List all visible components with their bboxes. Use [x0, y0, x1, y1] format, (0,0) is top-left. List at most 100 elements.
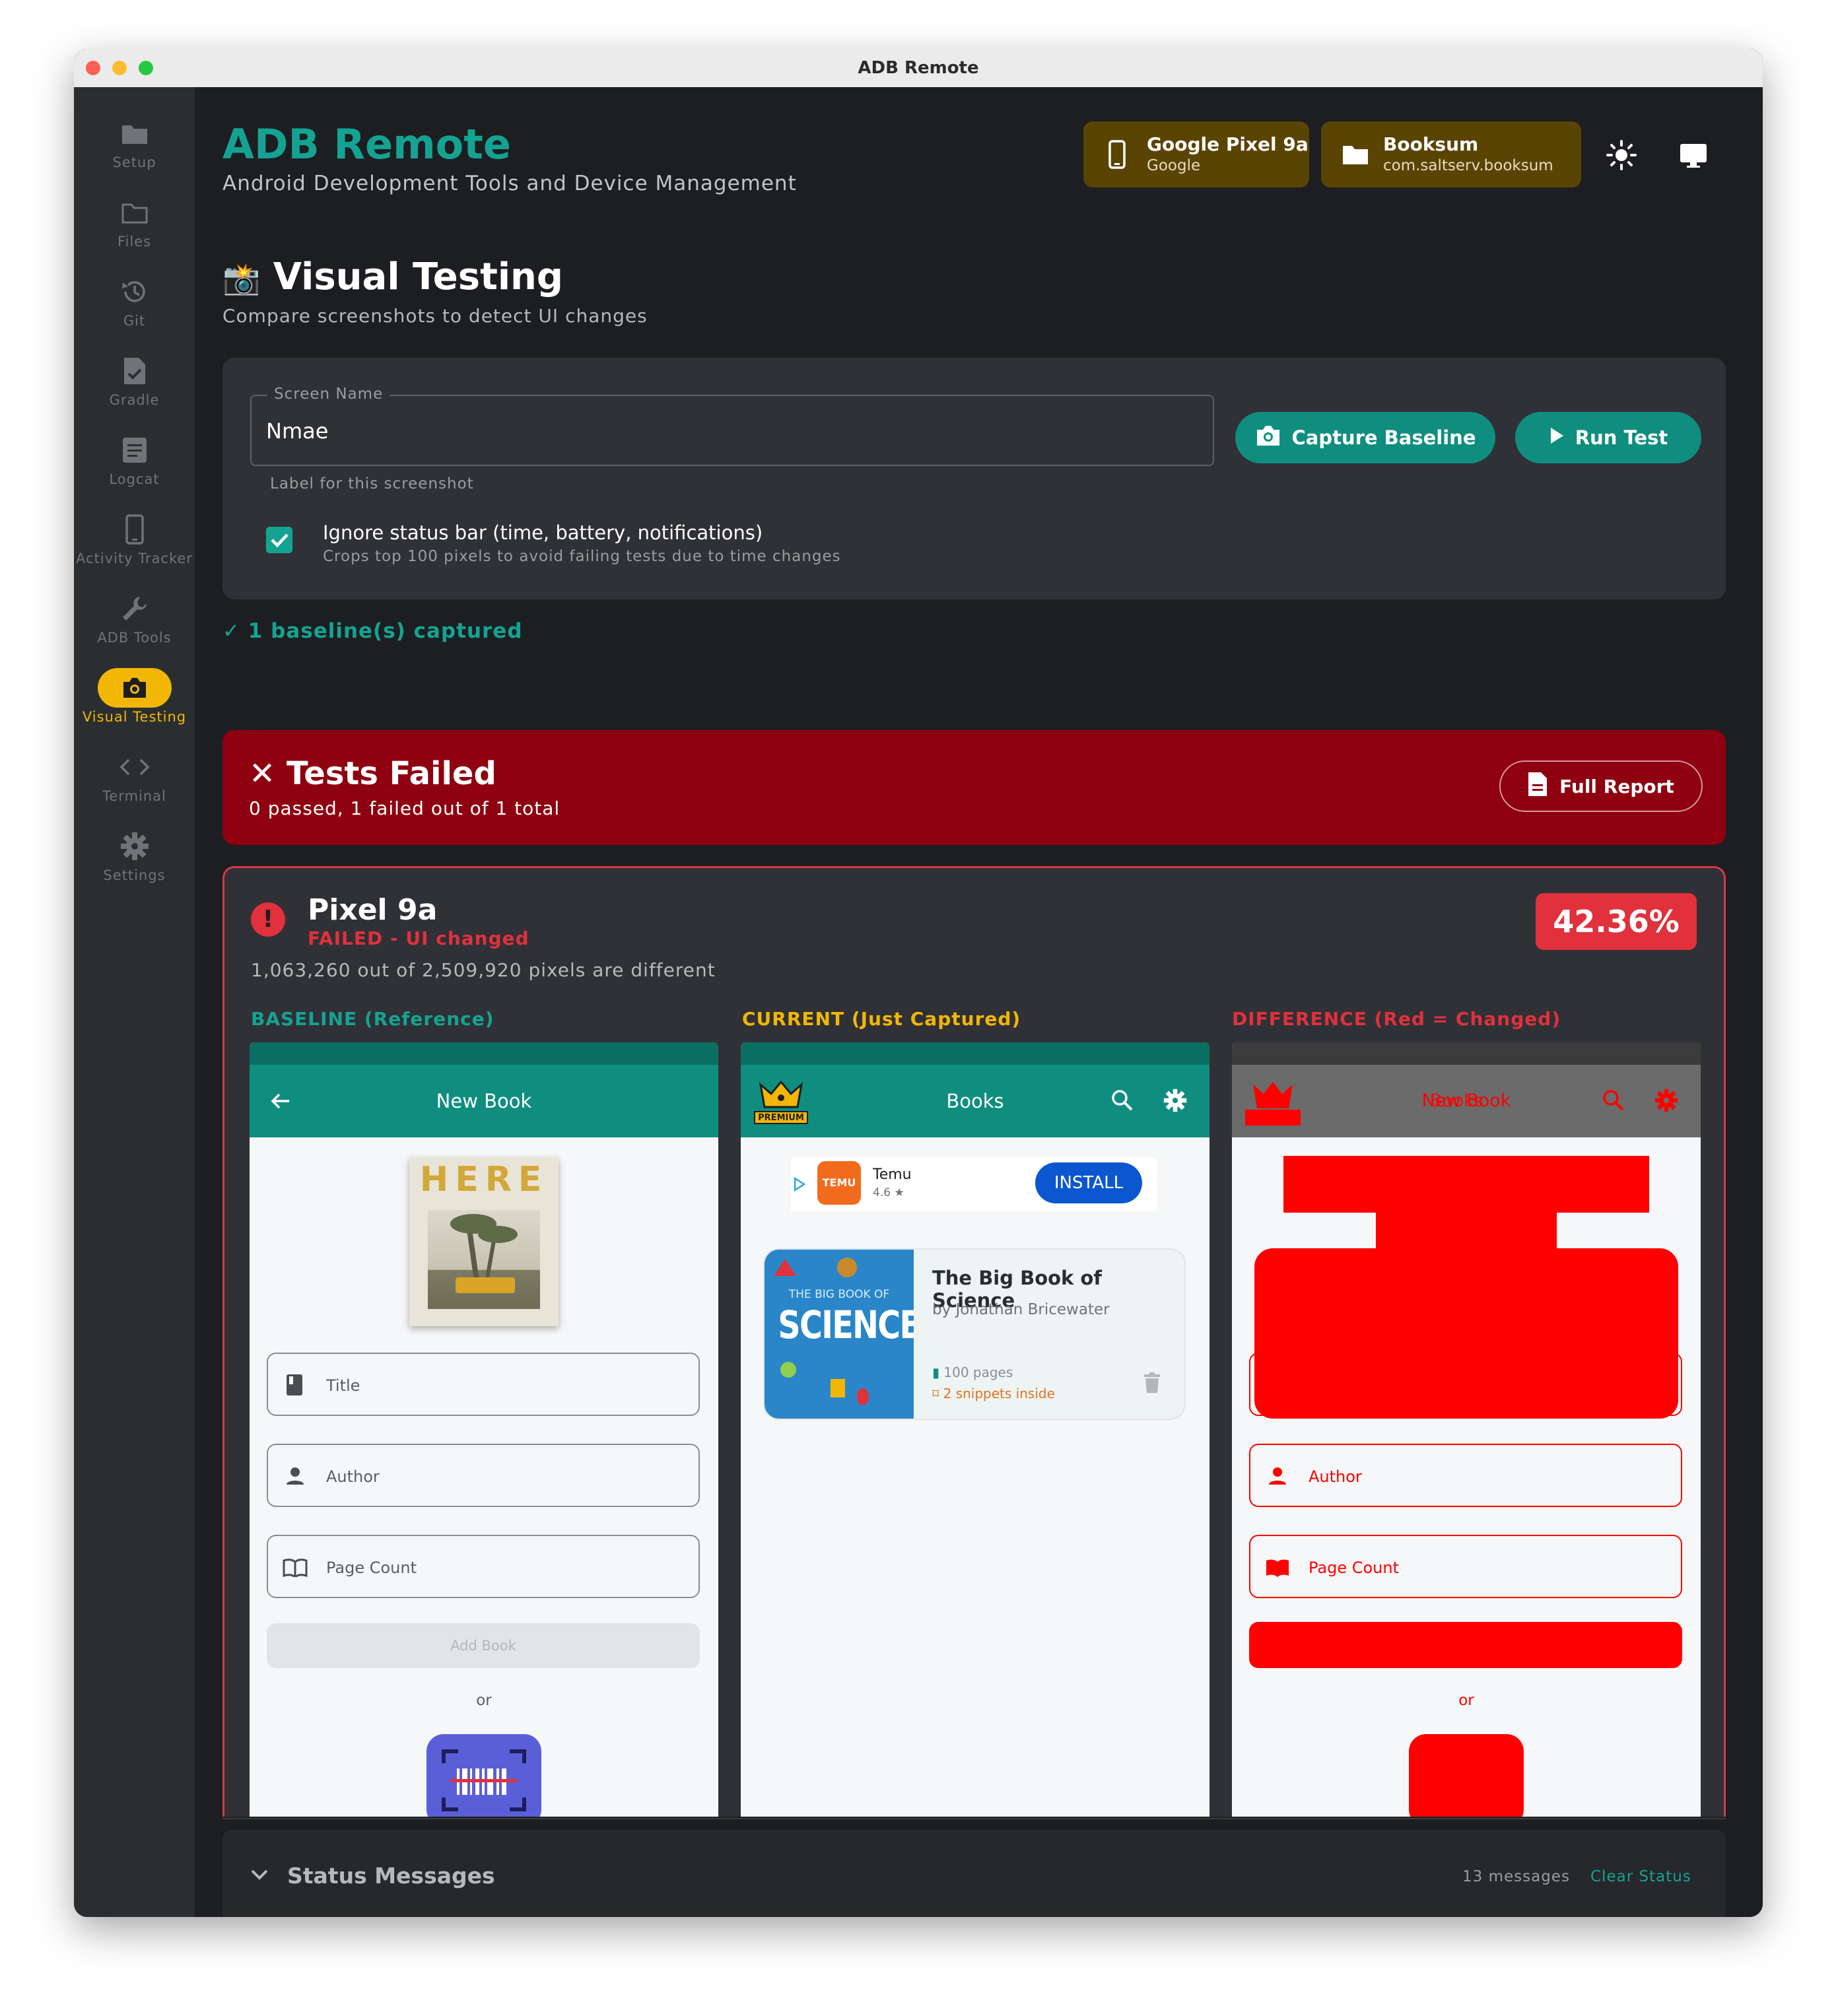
ignore-status-bar-checkbox[interactable]: [266, 527, 292, 553]
sidebar-item-label: Git: [123, 313, 146, 329]
sidebar-item-setup[interactable]: Setup: [74, 114, 195, 186]
open-book-icon: ▮: [932, 1364, 940, 1380]
test-device-name: Pixel 9a: [308, 893, 438, 927]
page-subtitle: Compare screenshots to detect UI changes: [222, 305, 648, 327]
screen-name-field[interactable]: Nmae: [250, 395, 1214, 466]
add-book-button[interactable]: Add Book: [267, 1623, 700, 1668]
sidebar-item-label: Gradle: [109, 392, 160, 408]
sidebar-item-label: ADB Tools: [97, 630, 172, 646]
screen-title: Books: [946, 1090, 1004, 1112]
diff-region: [1254, 1248, 1678, 1419]
temu-logo: TEMU: [817, 1161, 861, 1205]
sidebar-item-files[interactable]: Files: [74, 193, 195, 265]
ad-install-button[interactable]: INSTALL: [1035, 1162, 1142, 1203]
clear-status-button[interactable]: Clear Status: [1590, 1868, 1691, 1885]
screen-name-helper: Label for this screenshot: [270, 475, 474, 492]
status-messages-title[interactable]: Status Messages: [287, 1863, 495, 1889]
page-count-field-label: Page Count: [326, 1559, 417, 1577]
monitor-icon[interactable]: [1679, 143, 1708, 172]
file-check-icon: [74, 351, 195, 391]
page-count-field[interactable]: Page Count: [267, 1535, 700, 1598]
camera-icon: [1255, 424, 1281, 452]
project-package: com.saltserv.booksum: [1383, 157, 1553, 174]
title-field[interactable]: Title: [267, 1353, 700, 1416]
baseline-column-header: BASELINE (Reference): [251, 1008, 494, 1030]
status-bar: [1232, 1042, 1701, 1065]
project-name: Booksum: [1383, 133, 1479, 155]
capture-baseline-button[interactable]: Capture Baseline: [1235, 412, 1495, 463]
sidebar-item-logcat[interactable]: Logcat: [74, 430, 195, 503]
diff-page-count-label: Page Count: [1309, 1559, 1400, 1577]
status-bar: [250, 1042, 718, 1065]
search-icon: [1110, 1089, 1134, 1115]
difference-column-header: DIFFERENCE (Red = Changed): [1232, 1008, 1561, 1030]
book-icon: [285, 1374, 304, 1399]
baseline-status: ✓ 1 baseline(s) captured: [222, 619, 523, 643]
sidebar-item-label: Setup: [112, 154, 156, 170]
screen-name-label: Screen Name: [267, 386, 390, 403]
diff-title-overlap: New Book Books: [1421, 1091, 1511, 1111]
sidebar-item-label: Logcat: [109, 471, 160, 487]
ignore-status-bar-description: Crops top 100 pixels to avoid failing te…: [323, 548, 841, 565]
divider: [222, 1818, 1726, 1819]
ignore-status-bar-label: Ignore status bar (time, battery, notifi…: [323, 521, 763, 544]
current-screenshot: PREMIUM Books TEMU Temu 4.6 ★ INSTALL TH…: [741, 1042, 1209, 1817]
search-icon: [1602, 1089, 1625, 1115]
sidebar-item-gradle[interactable]: Gradle: [74, 351, 195, 424]
camera-flash-icon: 📸: [222, 261, 261, 296]
sidebar-item-label: Terminal: [102, 788, 166, 804]
theme-toggle-icon[interactable]: [1606, 140, 1637, 173]
code-icon: [74, 747, 195, 787]
sidebar-item-terminal[interactable]: Terminal: [74, 747, 195, 820]
sidebar-item-label: Visual Testing: [82, 709, 187, 725]
full-report-button[interactable]: Full Report: [1499, 760, 1703, 812]
project-chip[interactable]: Booksum com.saltserv.booksum: [1321, 121, 1581, 187]
sidebar: Setup Files Git Gradle Logcat Activity T…: [74, 87, 195, 1917]
or-divider: or: [476, 1692, 492, 1709]
author-field-label: Author: [326, 1467, 380, 1486]
chevron-down-icon[interactable]: [250, 1868, 269, 1884]
diff-region: [1376, 1211, 1557, 1251]
sidebar-item-visual-testing[interactable]: Visual Testing: [74, 668, 195, 741]
screen-name-input[interactable]: Nmae: [266, 419, 328, 444]
camera-icon: [74, 668, 195, 708]
open-book-icon: [283, 1559, 308, 1580]
sidebar-item-settings[interactable]: Settings: [74, 826, 195, 899]
document-icon: [1528, 772, 1548, 801]
sidebar-item-label: Activity Tracker: [76, 551, 193, 566]
diff-region: [1409, 1734, 1524, 1817]
person-icon: [1268, 1466, 1287, 1489]
delete-icon[interactable]: [1143, 1372, 1161, 1396]
app-title: ADB Remote: [222, 120, 511, 168]
sidebar-item-activity-tracker[interactable]: Activity Tracker: [74, 510, 195, 582]
book-snippets: ⌑ 2 snippets inside: [932, 1386, 1055, 1401]
book-card[interactable]: THE BIG BOOK OF SCIENCE The Big Book of …: [763, 1248, 1186, 1420]
error-icon: !: [251, 902, 285, 937]
barcode-icon: [442, 1749, 526, 1811]
title-field-label: Title: [326, 1376, 360, 1395]
diff-author-label: Author: [1309, 1467, 1362, 1486]
barcode-scan-button[interactable]: [426, 1734, 541, 1817]
screen-title: New Book: [436, 1090, 532, 1112]
main-content: ADB Remote Android Development Tools and…: [195, 87, 1763, 1917]
device-chip[interactable]: Google Pixel 9a Google: [1083, 121, 1309, 187]
sidebar-item-adb-tools[interactable]: ADB Tools: [74, 589, 195, 661]
book-author: by Jonathan Bricewater: [932, 1301, 1110, 1318]
test-results-banner: ✕ Tests Failed 0 passed, 1 failed out of…: [222, 730, 1726, 845]
history-icon: [74, 272, 195, 312]
open-book-icon: [1265, 1559, 1290, 1580]
ad-banner[interactable]: TEMU Temu 4.6 ★ INSTALL: [791, 1157, 1157, 1211]
sidebar-item-git[interactable]: Git: [74, 272, 195, 345]
status-message-count: 13 messages: [1462, 1868, 1570, 1885]
checkmark-icon: [271, 533, 289, 548]
diff-region: [1283, 1156, 1649, 1213]
pixel-diff-detail: 1,063,260 out of 2,509,920 pixels are di…: [251, 959, 716, 981]
author-field[interactable]: Author: [267, 1444, 700, 1507]
sidebar-item-label: Files: [117, 234, 152, 250]
run-test-button[interactable]: Run Test: [1515, 412, 1701, 463]
book-cover-image: THE BIG BOOK OF SCIENCE: [765, 1250, 914, 1419]
capture-panel: Nmae Screen Name Label for this screensh…: [222, 358, 1726, 599]
folder-icon: [1342, 144, 1369, 168]
test-result-card: ! Pixel 9a FAILED - UI changed 1,063,260…: [222, 866, 1726, 1817]
phone-icon: [1108, 140, 1126, 172]
